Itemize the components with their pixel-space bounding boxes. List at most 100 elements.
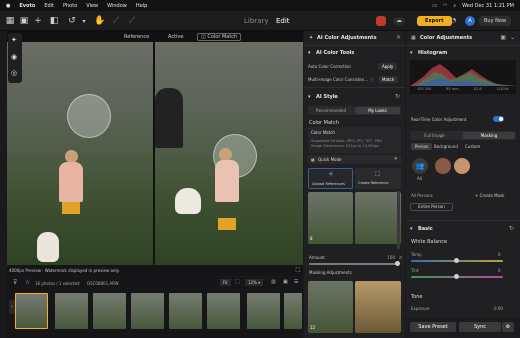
entire-person-chip[interactable]: Entire Person [410, 203, 453, 211]
filmstrip-thumb[interactable] [15, 293, 48, 329]
cloud-icon[interactable]: ☁ [393, 17, 405, 25]
notification-icon[interactable]: ◔ [451, 17, 456, 24]
close-icon[interactable]: × [396, 34, 401, 41]
brush-tool-icon[interactable]: ⟋ [110, 15, 122, 27]
reset-icon[interactable]: ↻ [395, 93, 400, 100]
tint-value[interactable]: 0 [498, 268, 501, 273]
seg-custom[interactable]: Custom [465, 144, 480, 149]
sync-options-icon[interactable]: ⚙ [502, 322, 514, 332]
avatar[interactable]: A [465, 16, 475, 26]
create-mask-button[interactable]: + Create Mask [475, 193, 505, 198]
reference-thumb[interactable]: 8 [308, 192, 353, 244]
filmstrip-thumb[interactable] [131, 293, 164, 329]
match-button[interactable]: Match [378, 76, 399, 83]
look-thumb[interactable] [355, 281, 401, 333]
realtime-toggle[interactable] [493, 116, 504, 122]
seg-person[interactable]: Person [411, 143, 433, 150]
amount-value[interactable]: 100 [387, 255, 395, 260]
tab-library[interactable]: Library [244, 17, 268, 25]
undo-icon[interactable]: ↺ [66, 15, 78, 27]
menu-photo[interactable]: Photo [63, 3, 77, 9]
temp-value[interactable]: 0 [498, 252, 501, 257]
single-view-icon[interactable]: ▣ [283, 279, 288, 285]
window-icon[interactable]: ▣ [18, 15, 30, 27]
label-active[interactable]: Active [168, 34, 183, 40]
mode-select[interactable]: ▦ Quick Mode ▾ [308, 155, 401, 164]
person-avatar[interactable] [454, 158, 470, 174]
section-histogram[interactable]: Histogram [418, 50, 447, 56]
filter-icon[interactable]: ⊽ [13, 279, 17, 286]
hand-tool-icon[interactable]: ✋ [94, 15, 106, 27]
filmstrip-thumb[interactable] [93, 293, 126, 329]
list-view-icon[interactable]: ☰ [294, 279, 298, 285]
person-avatar[interactable] [435, 158, 451, 174]
section-ai-color-tools[interactable]: AI Color Tools [316, 50, 354, 56]
filmstrip-thumb[interactable] [207, 293, 240, 329]
reset-icon[interactable]: ↺ [399, 255, 402, 260]
chevron-down-icon[interactable]: ▾ [308, 50, 311, 56]
filmstrip-thumb[interactable] [169, 293, 202, 329]
tab-my-looks[interactable]: My Looks [355, 107, 400, 114]
section-basic[interactable]: Basic [418, 226, 433, 232]
section-ai-style[interactable]: AI Style [316, 94, 338, 100]
menu-window[interactable]: Window [107, 3, 127, 9]
seg-background[interactable]: Background [434, 144, 458, 149]
grid-icon[interactable]: ▦ [4, 15, 16, 27]
menu-app-name[interactable]: Evoto [19, 3, 35, 9]
add-icon[interactable]: + [32, 15, 44, 27]
color-wheel-icon[interactable]: ◎ [11, 69, 17, 77]
menu-help[interactable]: Help [136, 3, 147, 9]
chevron-down-icon[interactable]: ▾ [410, 226, 413, 232]
apple-icon[interactable]: ● [6, 3, 10, 9]
filmstrip-thumb[interactable] [284, 293, 302, 329]
scrollbar[interactable] [397, 191, 400, 249]
menu-clock[interactable]: Wed Dec 31 1:21 PM [462, 3, 514, 9]
fullscreen-icon[interactable]: ⛶ [296, 267, 300, 275]
create-reference-tile[interactable]: ⬚ Create Reference [355, 168, 401, 189]
reference-thumb[interactable] [355, 192, 401, 244]
upload-references-tile[interactable]: + Upload References [308, 168, 353, 189]
all-persons-icon[interactable]: 👥 [412, 158, 428, 174]
export-button[interactable]: Export [417, 16, 452, 26]
tab-full-image[interactable]: Full Image [424, 133, 445, 138]
menu-edit[interactable]: Edit [44, 3, 54, 9]
amount-slider-handle[interactable] [395, 261, 400, 266]
search-icon[interactable]: ⌕ [453, 3, 456, 9]
label-reference[interactable]: Reference [124, 34, 149, 40]
undo-dropdown-icon[interactable]: ▾ [78, 15, 90, 27]
layout-icon[interactable]: ▣ [500, 34, 506, 41]
temp-slider-handle[interactable] [454, 258, 459, 263]
magic-brush-icon[interactable]: ⟋ [126, 15, 138, 27]
sync-button[interactable]: Sync [459, 322, 501, 332]
star-icon[interactable]: ☆ [25, 279, 30, 286]
battery-icon[interactable]: ▭ [432, 3, 437, 9]
active-photo[interactable] [155, 42, 303, 265]
fit-button[interactable]: Fit [220, 279, 231, 286]
look-thumb[interactable]: 12 [308, 281, 353, 333]
tab-recommended[interactable]: Recommended [316, 108, 346, 113]
color-match-toggle[interactable]: ◫ Color Match [197, 33, 242, 41]
reset-icon[interactable]: ↻ [509, 225, 514, 232]
zoom-tool-icon[interactable]: ⬚ [235, 279, 240, 285]
exposure-value[interactable]: 0.00 [494, 306, 503, 311]
chevron-down-icon[interactable]: ▾ [308, 94, 311, 100]
save-preset-button[interactable]: Save Preset [410, 322, 456, 332]
menu-view[interactable]: View [86, 3, 98, 9]
tint-slider-handle[interactable] [454, 274, 459, 279]
wifi-icon[interactable]: ◠ [443, 3, 447, 9]
chevron-down-icon[interactable]: ⌄ [510, 34, 515, 41]
face-icon[interactable]: ◉ [11, 53, 17, 61]
zoom-select[interactable]: 12% ▾ [245, 279, 264, 286]
compare-icon[interactable]: ◧ [48, 15, 60, 27]
filmstrip-thumb[interactable] [55, 293, 88, 329]
ai-edit-icon[interactable]: ✦ [11, 36, 17, 44]
tab-edit[interactable]: Edit [276, 17, 290, 25]
tab-masking[interactable]: Masking [463, 132, 515, 139]
masking-label[interactable]: Masking Adjustments [309, 270, 352, 275]
info-icon[interactable]: ⓘ [370, 77, 374, 83]
reference-photo[interactable] [7, 42, 153, 265]
chevron-down-icon[interactable]: ▾ [410, 50, 413, 56]
buy-now-button[interactable]: Buy Now [479, 16, 512, 26]
filmstrip-thumb[interactable] [247, 293, 280, 329]
grid-view-icon[interactable]: ▥ [271, 279, 276, 285]
